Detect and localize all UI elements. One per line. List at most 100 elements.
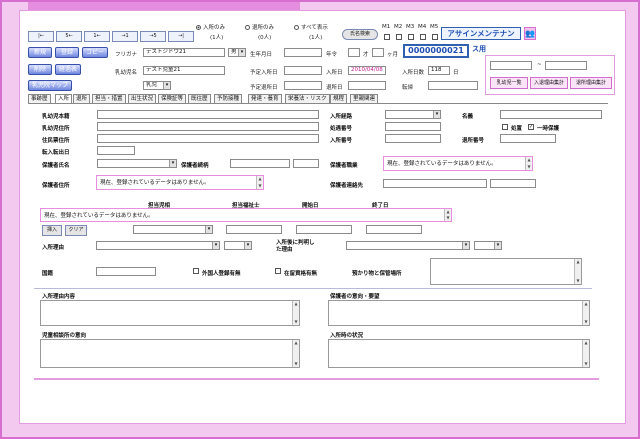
scroll-up-icon[interactable]: ▲ [583, 301, 589, 307]
kana-input[interactable]: テストジドウ21 [143, 48, 225, 57]
history-end-input[interactable] [366, 225, 422, 234]
name-search-button[interactable]: 氏名検索 [342, 29, 378, 40]
scrollbar[interactable]: ▲ ▼ [256, 176, 263, 189]
tab-medical-history[interactable]: 既往歴 [188, 94, 211, 103]
scrollbar[interactable]: ▲ ▼ [574, 259, 581, 284]
after-reason-sub-select[interactable]: ▾ [474, 241, 502, 250]
filter-out-only[interactable]: 退所のみ [245, 23, 274, 31]
scrollbar[interactable]: ▲ ▼ [582, 340, 589, 367]
return-no-input[interactable] [500, 134, 556, 143]
nav-next5-button[interactable]: →5 [140, 31, 166, 42]
scroll-up-icon[interactable]: ▲ [293, 340, 299, 346]
scroll-up-icon[interactable]: ▲ [575, 259, 581, 265]
out-date-input[interactable] [348, 81, 386, 90]
planned-in-input[interactable] [284, 66, 322, 75]
m2-checkbox[interactable] [396, 34, 402, 40]
history-start-input[interactable] [296, 225, 352, 234]
resident-address-input[interactable] [97, 134, 319, 143]
child-name-input[interactable]: テスト児童21 [143, 66, 225, 75]
nav-prev5-button[interactable]: 5← [56, 31, 82, 42]
category-select[interactable]: 乳児 ▾ [143, 81, 171, 90]
m1-checkbox[interactable] [384, 34, 390, 40]
history-button[interactable]: 経過表 [55, 64, 81, 75]
nationality-input[interactable] [96, 267, 156, 276]
exit-reason-summary-button[interactable]: 退所理由集計 [570, 77, 612, 89]
tab-insurance[interactable]: 保険証等 [158, 94, 187, 103]
register-button[interactable]: 登録 [55, 47, 79, 58]
tab-development[interactable]: 発達・養育 [248, 94, 282, 103]
history-worker-input[interactable] [226, 225, 282, 234]
scroll-down-icon[interactable]: ▼ [293, 319, 299, 325]
guardian-address-list[interactable]: 現在、登録されているデータはありません。 ▲ ▼ [96, 175, 264, 190]
temp-guard-checkbox[interactable]: ✓ [528, 124, 534, 130]
guardian-contact-input[interactable] [383, 179, 487, 188]
in-date-input[interactable]: 2010/04/08 [348, 66, 386, 75]
status-checkbox[interactable] [275, 268, 281, 274]
scrollbar[interactable]: ▲ ▼ [292, 340, 299, 367]
history-list[interactable]: 現在、登録されているデータはありません。 ▲ ▼ [40, 208, 452, 222]
transfer-input[interactable] [428, 81, 478, 90]
scroll-down-icon[interactable]: ▼ [583, 319, 589, 325]
scroll-up-icon[interactable]: ▲ [293, 301, 299, 307]
age-months-input[interactable] [372, 48, 384, 57]
disposal-checkbox[interactable] [502, 124, 508, 130]
route-select[interactable]: ▾ [385, 110, 441, 119]
child-address-input[interactable] [97, 122, 319, 131]
reason-sub-select[interactable]: ▾ [224, 241, 252, 250]
tab-foster[interactable]: 里親関連 [350, 94, 379, 103]
range-start-input[interactable] [490, 61, 532, 70]
clear-button[interactable]: クリア [65, 225, 87, 236]
consult-textarea[interactable]: ▲ ▼ [40, 339, 300, 368]
new-button[interactable]: 新規 [28, 47, 52, 58]
guardian-wish-textarea[interactable]: ▲ ▼ [328, 300, 590, 326]
scrollbar[interactable]: ▲ ▼ [525, 157, 532, 170]
scrollbar[interactable]: ▲ ▼ [582, 301, 589, 325]
tab-nutrition[interactable]: 栄養法・リスク [285, 94, 330, 103]
scroll-down-icon[interactable]: ▼ [293, 361, 299, 367]
scrollbar[interactable]: ▲ ▼ [444, 209, 451, 221]
child-list-button[interactable]: 乳幼児一覧 [490, 77, 528, 89]
gender-select[interactable]: 男 ▾ [228, 48, 246, 57]
people-icon[interactable]: 👥 [524, 27, 536, 40]
guardian-name-select[interactable]: ▾ [97, 159, 177, 168]
office-input[interactable] [385, 122, 441, 131]
tab-birth[interactable]: 出生状況 [128, 94, 157, 103]
assign-maintenance-label[interactable]: アサインメンテナン [441, 27, 521, 40]
entry-reason-summary-button[interactable]: 入退理由集計 [530, 77, 568, 89]
guardian-job-list[interactable]: 現在、登録されているデータはありません。 ▲ ▼ [383, 156, 533, 171]
tab-exit[interactable]: 退所 [73, 94, 91, 103]
tab-history[interactable]: 事跡歴 [28, 94, 51, 103]
tab-rules[interactable]: 規程 [330, 94, 348, 103]
scroll-down-icon[interactable]: ▼ [526, 164, 532, 170]
after-reason-select[interactable]: ▾ [346, 241, 470, 250]
belongings-textarea[interactable]: ▲ ▼ [430, 258, 582, 285]
tab-measures[interactable]: 担当・措置 [92, 94, 126, 103]
nav-prev-button[interactable]: 1← [84, 31, 110, 42]
tab-entry[interactable]: 入所 [55, 94, 73, 103]
guardian-relation-extra[interactable] [293, 159, 319, 168]
delete-button[interactable]: 削除 [28, 64, 52, 75]
reason-select[interactable]: ▾ [96, 241, 220, 250]
m3-checkbox[interactable] [408, 34, 414, 40]
filter-all[interactable]: すべて表示 [294, 23, 328, 31]
nav-first-button[interactable]: |← [28, 31, 54, 42]
condition-textarea[interactable]: ▲ ▼ [328, 339, 590, 368]
scroll-down-icon[interactable]: ▼ [583, 361, 589, 367]
domicile-input[interactable] [97, 110, 319, 119]
birth-input[interactable] [284, 48, 322, 57]
scroll-down-icon[interactable]: ▼ [257, 183, 263, 189]
reason-detail-textarea[interactable]: ▲ ▼ [40, 300, 300, 326]
scroll-up-icon[interactable]: ▲ [526, 157, 532, 163]
nav-next-button[interactable]: →1 [112, 31, 138, 42]
map-button[interactable]: 乳児院マップ [28, 80, 72, 91]
guardian-contact-extra[interactable] [490, 179, 536, 188]
insert-button[interactable]: 挿入 [42, 225, 62, 236]
copy-button[interactable]: コピー [82, 47, 108, 58]
m4-checkbox[interactable] [420, 34, 426, 40]
history-consult-select[interactable]: ▾ [133, 225, 213, 234]
scroll-down-icon[interactable]: ▼ [445, 215, 451, 221]
planned-out-input[interactable] [284, 81, 322, 90]
entry-no-input[interactable] [385, 134, 441, 143]
scrollbar[interactable]: ▲ ▼ [292, 301, 299, 325]
scroll-down-icon[interactable]: ▼ [575, 278, 581, 284]
